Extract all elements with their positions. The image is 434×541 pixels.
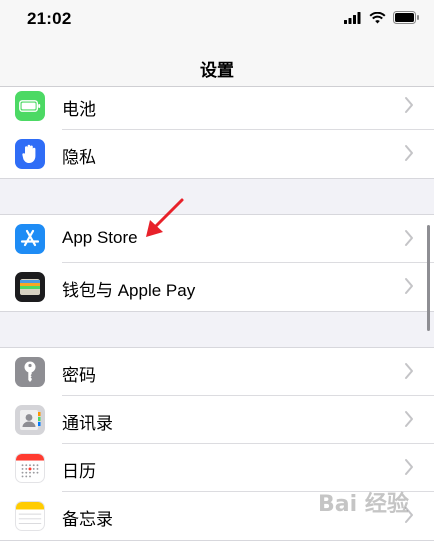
watermark: Bai 经验 (318, 492, 409, 517)
battery-status-icon (393, 11, 419, 24)
chevron-right-icon (405, 145, 413, 161)
settings-row-label: 备忘录 (62, 510, 113, 529)
settings-row-label: 钱包与 Apple Pay (62, 281, 196, 300)
settings-row-label: App Store (62, 228, 138, 247)
calendar-icon (15, 453, 45, 483)
wifi-icon (369, 11, 386, 23)
scroll-indicator[interactable] (427, 225, 430, 331)
cellular-signal-icon (344, 11, 361, 24)
chevron-right-icon (405, 411, 413, 427)
settings-row-label: 日历 (62, 462, 96, 481)
status-time: 21:02 (27, 9, 72, 28)
settings-row-privacy[interactable]: 隐私 (0, 130, 434, 178)
settings-row-label: 隐私 (62, 148, 96, 167)
settings-row-battery[interactable]: 电池 (0, 82, 434, 130)
settings-row-app-store[interactable]: App Store (0, 215, 434, 263)
settings-row-passwords[interactable]: 密码 (0, 348, 434, 396)
chevron-right-icon (405, 459, 413, 475)
app-store-icon (15, 224, 45, 254)
settings-row-contacts[interactable]: 通讯录 (0, 396, 434, 444)
chevron-right-icon (405, 97, 413, 113)
key-icon (15, 357, 45, 387)
notes-icon (15, 501, 45, 531)
annotation-arrow (146, 198, 184, 237)
settings-row-wallet[interactable]: 钱包与 Apple Pay (0, 263, 434, 311)
chevron-right-icon (405, 230, 413, 246)
navigation-bar: 21:02 设置 (0, 0, 434, 87)
battery-icon (15, 91, 45, 121)
status-icons (344, 11, 420, 24)
settings-row-label: 电池 (62, 100, 96, 119)
settings-row-label: 通讯录 (62, 414, 113, 433)
hand-privacy-icon (15, 139, 45, 169)
settings-row-label: 密码 (62, 366, 96, 385)
page-title: 设置 (200, 61, 234, 80)
wallet-icon (15, 272, 45, 302)
contacts-icon (15, 405, 45, 435)
settings-group-2: App Store 钱包与 Apple Pay (0, 214, 434, 312)
status-bar: 21:02 (0, 0, 434, 42)
settings-row-calendar[interactable]: 日历 (0, 444, 434, 492)
chevron-right-icon (405, 363, 413, 379)
chevron-right-icon (405, 278, 413, 294)
settings-group-1: 电池 隐私 (0, 81, 434, 179)
